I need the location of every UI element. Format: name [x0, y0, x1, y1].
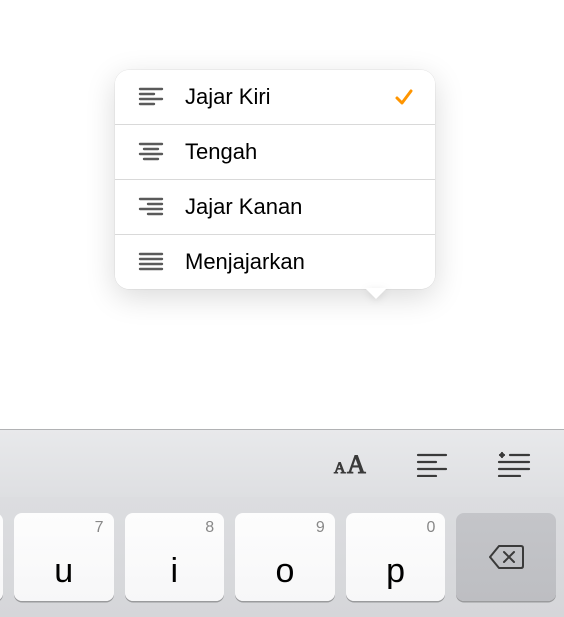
list-insert-button[interactable]	[492, 442, 536, 486]
menu-item-label: Tengah	[185, 139, 415, 165]
menu-item-label: Jajar Kiri	[185, 84, 393, 110]
align-center-icon	[137, 140, 165, 164]
key-p[interactable]: 0 p	[346, 513, 446, 601]
keyboard-row: 7 u 8 i 9 o 0 p	[0, 497, 564, 617]
key-alt-label: 0	[426, 519, 435, 537]
key-alt-label: 8	[205, 519, 214, 537]
key-i[interactable]: 8 i	[125, 513, 225, 601]
menu-item-align-center[interactable]: Tengah	[115, 124, 435, 179]
text-size-button[interactable]: A A	[328, 442, 372, 486]
key-partial[interactable]	[0, 513, 3, 601]
key-delete[interactable]	[456, 513, 556, 601]
align-right-icon	[137, 195, 165, 219]
align-left-icon	[137, 85, 165, 109]
key-alt-label: 9	[316, 519, 325, 537]
alignment-button[interactable]	[410, 442, 454, 486]
menu-item-align-right[interactable]: Jajar Kanan	[115, 179, 435, 234]
menu-item-label: Menjajarkan	[185, 249, 415, 275]
key-main-label: p	[386, 552, 405, 591]
delete-icon	[487, 542, 525, 572]
key-main-label: u	[54, 552, 73, 591]
key-main-label: i	[171, 552, 179, 591]
checkmark-icon	[393, 86, 415, 108]
key-alt-label: 7	[95, 519, 104, 537]
key-main-label: o	[275, 552, 294, 591]
menu-item-label: Jajar Kanan	[185, 194, 415, 220]
svg-text:A: A	[347, 450, 366, 479]
alignment-popover: Jajar Kiri Tengah	[115, 70, 435, 289]
svg-text:A: A	[334, 460, 346, 477]
keyboard-toolbar: A A	[0, 429, 564, 497]
popover-arrow	[365, 288, 387, 299]
menu-item-align-left[interactable]: Jajar Kiri	[115, 70, 435, 124]
key-u[interactable]: 7 u	[14, 513, 114, 601]
alignment-menu-list: Jajar Kiri Tengah	[115, 70, 435, 289]
align-justify-icon	[137, 250, 165, 274]
menu-item-align-justify[interactable]: Menjajarkan	[115, 234, 435, 289]
key-o[interactable]: 9 o	[235, 513, 335, 601]
